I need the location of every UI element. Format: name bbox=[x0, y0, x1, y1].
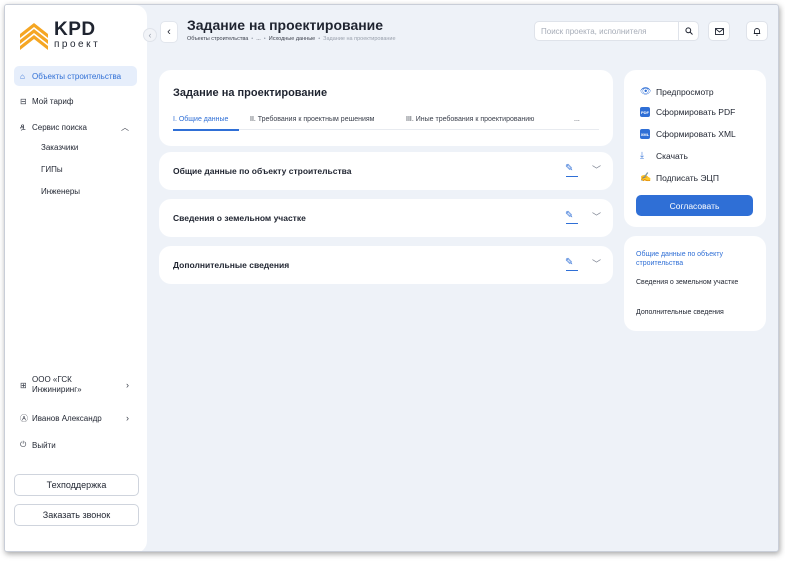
section-title: Дополнительные сведения bbox=[173, 260, 290, 270]
home-icon: ⌂ bbox=[20, 71, 25, 81]
chevron-up-icon: ︿ bbox=[121, 122, 129, 132]
active-tab-indicator bbox=[173, 129, 239, 131]
sidebar-item-label: Мой тариф bbox=[32, 96, 74, 106]
search-icon bbox=[684, 27, 693, 35]
action-label: Предпросмотр bbox=[656, 86, 714, 97]
sidebar-subitem-customers[interactable]: Заказчики bbox=[41, 143, 78, 152]
collapse-sidebar-button[interactable]: ‹ bbox=[143, 28, 157, 42]
tariff-icon: ⊟ bbox=[20, 96, 27, 106]
actions-panel: 👁 Предпросмотр PDF Сформировать PDF XML … bbox=[624, 70, 766, 227]
org-name: ООО «ГСК Инжиниринг» bbox=[32, 375, 82, 394]
edit-icon[interactable]: ✎ bbox=[565, 257, 579, 271]
user-icon: Ⓐ bbox=[20, 413, 28, 423]
sidebar-subitem-engineers[interactable]: Инженеры bbox=[41, 187, 80, 196]
chevron-left-icon: ‹ bbox=[167, 26, 171, 38]
chevron-down-icon[interactable]: ﹀ bbox=[592, 163, 601, 176]
sidebar: KPD проект ⌂ Объекты строительства ⊟ Мой… bbox=[5, 5, 147, 551]
building-icon: ⊞ bbox=[20, 380, 27, 390]
notifications-button[interactable] bbox=[746, 21, 768, 41]
sidebar-item-search-service[interactable]: ዿ Сервис поиска ︿ bbox=[14, 117, 137, 137]
page-title: Задание на проектирование bbox=[187, 17, 384, 33]
signature-icon: ✍ bbox=[640, 172, 652, 182]
chevron-down-icon[interactable]: ﹀ bbox=[592, 257, 601, 270]
xml-icon: XML bbox=[640, 129, 650, 139]
action-label: Подписать ЭЦП bbox=[656, 172, 719, 183]
action-label: Сформировать XML bbox=[656, 129, 736, 139]
logo-sub: проект bbox=[54, 39, 101, 50]
logo-name: KPD bbox=[54, 19, 96, 40]
tab-general[interactable]: I. Общие данные bbox=[173, 116, 228, 123]
action-label: Сформировать PDF bbox=[656, 107, 736, 117]
sidebar-org[interactable]: ⊞ ООО «ГСК Инжиниринг» › bbox=[14, 374, 137, 396]
tab-more[interactable]: ... bbox=[574, 116, 580, 123]
breadcrumb: Объекты строительства •... • Исходные данны… bbox=[187, 36, 396, 42]
breadcrumb-item[interactable]: Исходные данные bbox=[269, 36, 315, 42]
eye-icon: 👁 bbox=[640, 86, 652, 96]
section-additional[interactable]: Дополнительные сведения ✎ ﹀ bbox=[159, 246, 613, 284]
sidebar-item-label: Объекты строительства bbox=[32, 71, 122, 81]
document-card: Задание на проектирование I. Общие данны… bbox=[159, 70, 613, 146]
sidebar-logout[interactable]: ⏻ Выйти bbox=[14, 439, 137, 451]
support-button[interactable]: Техподдержка bbox=[14, 474, 139, 496]
logout-icon: ⏻ bbox=[20, 440, 27, 449]
preview-action[interactable]: 👁 Предпросмотр bbox=[640, 86, 714, 97]
download-action[interactable]: ⤓ Скачать bbox=[640, 150, 688, 161]
document-title: Задание на проектирование bbox=[173, 87, 328, 99]
tab-other-requirements[interactable]: III. Иные требования к проектированию bbox=[406, 116, 534, 123]
chevron-right-icon: › bbox=[126, 413, 129, 423]
header: ‹ Задание на проектирование Объекты стро… bbox=[147, 5, 778, 57]
tab-bar: I. Общие данные II. Требования к проектн… bbox=[173, 112, 599, 131]
section-title: Сведения о земельном участке bbox=[173, 213, 306, 223]
section-object-data[interactable]: Общие данные по объекту строительства ✎ … bbox=[159, 152, 613, 190]
sidebar-subitem-gips[interactable]: ГИПы bbox=[41, 165, 63, 174]
edit-icon[interactable]: ✎ bbox=[565, 163, 579, 177]
mail-icon bbox=[714, 27, 724, 35]
table-of-contents: Общие данные по объекту строительства Св… bbox=[624, 236, 766, 331]
download-icon: ⤓ bbox=[640, 150, 644, 160]
back-button[interactable]: ‹ bbox=[160, 21, 178, 43]
mail-button[interactable] bbox=[708, 21, 730, 41]
section-land-plot[interactable]: Сведения о земельном участке ✎ ﹀ bbox=[159, 199, 613, 237]
generate-pdf-action[interactable]: PDF Сформировать PDF bbox=[640, 107, 735, 117]
sidebar-item-label: Сервис поиска bbox=[32, 122, 87, 132]
search-box bbox=[534, 21, 699, 41]
approve-button[interactable]: Согласовать bbox=[636, 195, 753, 216]
callback-button[interactable]: Заказать звонок bbox=[14, 504, 139, 526]
edit-icon[interactable]: ✎ bbox=[565, 210, 579, 224]
bell-icon bbox=[753, 27, 761, 36]
toc-item-object-data[interactable]: Общие данные по объекту строительства bbox=[636, 250, 754, 268]
breadcrumb-item[interactable]: ... bbox=[256, 36, 261, 42]
generate-xml-action[interactable]: XML Сформировать XML bbox=[640, 129, 736, 139]
logout-label: Выйти bbox=[32, 440, 56, 450]
search-service-icon: ዿ bbox=[20, 122, 26, 131]
logo[interactable]: KPD проект bbox=[18, 20, 100, 50]
user-name: Иванов Александр bbox=[32, 413, 102, 423]
search-input[interactable] bbox=[535, 26, 675, 36]
sidebar-item-objects[interactable]: ⌂ Объекты строительства bbox=[14, 66, 137, 86]
toc-item-land-plot[interactable]: Сведения о земельном участке bbox=[636, 278, 754, 287]
logo-chevron-icon bbox=[20, 23, 48, 50]
sign-action[interactable]: ✍ Подписать ЭЦП bbox=[640, 172, 719, 183]
app-window: KPD проект ⌂ Объекты строительства ⊟ Мой… bbox=[4, 4, 779, 552]
search-button[interactable] bbox=[678, 22, 698, 40]
pdf-icon: PDF bbox=[640, 107, 650, 117]
breadcrumb-item[interactable]: Объекты строительства bbox=[187, 36, 248, 42]
chevron-right-icon: › bbox=[126, 380, 129, 390]
sidebar-user[interactable]: Ⓐ Иванов Александр › bbox=[14, 412, 137, 424]
toc-item-additional[interactable]: Дополнительные сведения bbox=[636, 308, 754, 317]
breadcrumb-current: Задание на проектирование bbox=[323, 36, 396, 42]
section-title: Общие данные по объекту строительства bbox=[173, 166, 352, 176]
tab-design-requirements[interactable]: II. Требования к проектным решениям bbox=[250, 116, 374, 123]
sidebar-item-tariff[interactable]: ⊟ Мой тариф bbox=[14, 91, 137, 111]
chevron-down-icon[interactable]: ﹀ bbox=[592, 210, 601, 223]
action-label: Скачать bbox=[656, 150, 688, 161]
